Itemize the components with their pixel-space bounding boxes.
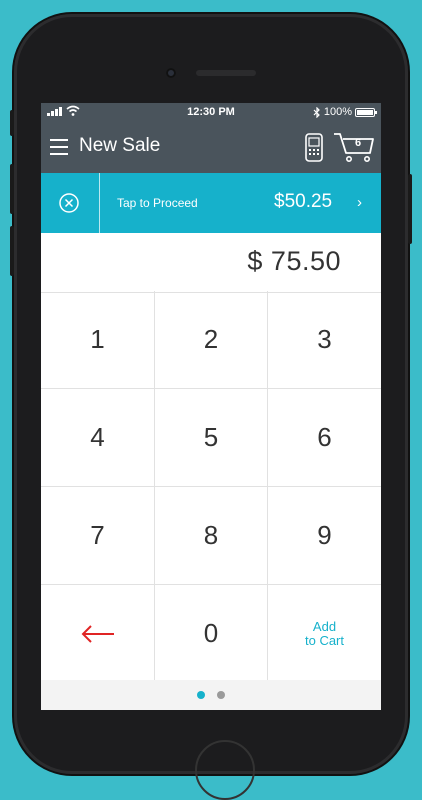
app-screen: 12:30 PM 100% New Sale 6 Tap to Proceed … [41,103,381,710]
cancel-circle-icon [59,193,79,213]
chevron-right-icon: › [357,194,362,211]
volume-up-button [10,164,14,214]
key-4[interactable]: 4 [41,389,154,486]
battery-icon [355,107,377,117]
backspace-button[interactable] [41,585,154,682]
earpiece-speaker [196,70,256,76]
page-dot[interactable] [217,691,225,699]
key-1[interactable]: 1 [41,291,154,388]
key-3[interactable]: 3 [268,291,381,388]
power-button [408,174,412,244]
volume-down-button [10,226,14,276]
proceed-bar[interactable]: Tap to Proceed $50.25 › [41,173,381,233]
cart-count-badge: 6 [355,137,362,149]
page-dot-active[interactable] [197,691,205,699]
entered-amount: $ 75.50 [247,246,341,276]
key-9[interactable]: 9 [268,487,381,584]
bluetooth-icon [313,106,320,118]
home-button[interactable] [195,740,255,800]
arrow-left-icon [81,624,114,643]
hamburger-icon[interactable] [50,139,68,160]
card-reader-icon[interactable] [304,133,324,163]
key-0[interactable]: 0 [154,585,268,682]
add-to-cart-button[interactable]: Add to Cart [268,585,381,682]
page-title: New Sale [79,135,161,156]
proceed-amount: $50.25 [274,191,333,212]
proceed-label: Tap to Proceed [117,196,198,210]
front-camera [166,68,176,78]
key-7[interactable]: 7 [41,487,154,584]
add-to-cart-label-line2: to Cart [304,632,344,648]
mute-switch [10,110,14,136]
cart-icon[interactable] [333,131,375,163]
key-2[interactable]: 2 [154,291,268,388]
add-to-cart-label-line1: Add [312,618,337,634]
navbar: New Sale 6 [41,121,381,173]
battery-percentage: 100% [323,106,352,118]
keypad: 1 2 3 4 5 6 7 8 9 0 Add to Cart [41,291,381,682]
key-6[interactable]: 6 [268,389,381,486]
page-indicator [41,680,381,710]
key-5[interactable]: 5 [154,389,268,486]
status-bar: 12:30 PM 100% [41,103,381,121]
key-8[interactable]: 8 [154,487,268,584]
amount-display: $ 75.50 [41,233,381,293]
cancel-button[interactable] [41,173,100,233]
